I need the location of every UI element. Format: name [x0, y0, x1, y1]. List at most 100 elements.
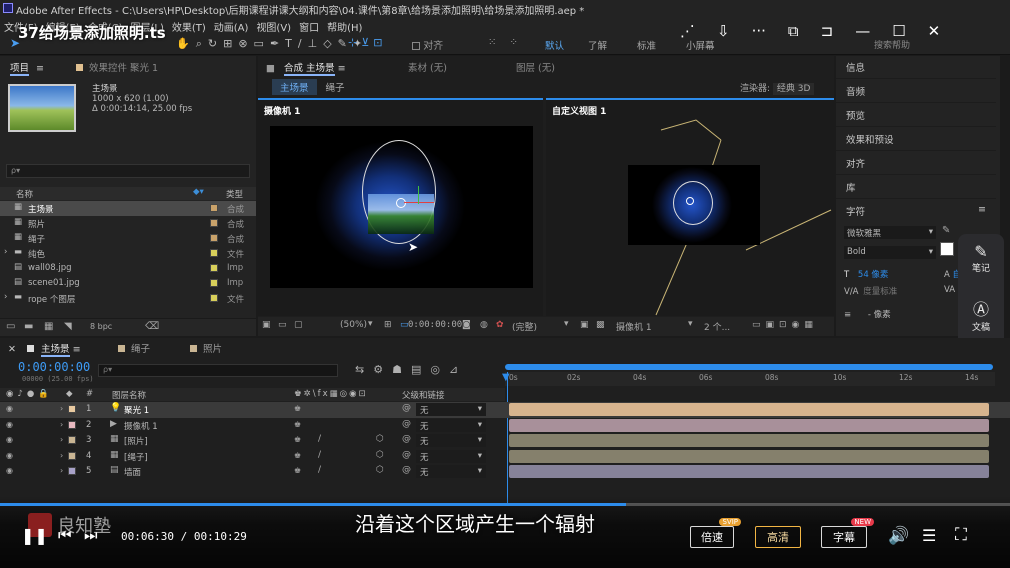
- pan-tool-icon[interactable]: ⊗: [238, 37, 253, 50]
- quality-switch-icon[interactable]: /: [318, 434, 321, 444]
- mask-icon[interactable]: ▢: [294, 320, 303, 330]
- comp-tab[interactable]: 合成 主场景: [284, 63, 335, 76]
- visibility-eye-icon[interactable]: ◉: [6, 435, 13, 444]
- workspace-standard[interactable]: 标准: [637, 41, 656, 52]
- layer-row[interactable]: ◉ › 3 ▦ [照片] ♚ / ⬡ @ 无 ▾: [0, 433, 1010, 449]
- visibility-eye-icon[interactable]: ◉: [6, 451, 13, 460]
- views-select[interactable]: 2 个...: [704, 320, 730, 333]
- axis-mode-icon[interactable]: ⊹⊻⊡: [348, 36, 387, 49]
- snap-options-icon[interactable]: ⁙ ⁘: [488, 37, 523, 48]
- quality-switch-icon[interactable]: /: [318, 450, 321, 460]
- project-item[interactable]: ▦ 照片 合成: [0, 216, 256, 231]
- project-item[interactable]: › ▬ rope 个图层 文件: [0, 291, 256, 306]
- color-channel-icon[interactable]: ✿: [496, 320, 504, 330]
- layer-label-color[interactable]: [68, 451, 76, 460]
- shy-icon[interactable]: ☗: [392, 363, 411, 376]
- time-ruler[interactable]: 0s 02s 04s 06s 08s 10s 12s 14s: [505, 372, 995, 386]
- shy-switch-icon[interactable]: ♚: [294, 420, 301, 429]
- delete-icon[interactable]: ⌫: [145, 321, 159, 332]
- layer-tab[interactable]: 图层 (无): [516, 60, 555, 74]
- eyedropper-icon[interactable]: ✎: [942, 225, 950, 236]
- playhead-handle-icon[interactable]: ▼: [502, 372, 510, 383]
- timeline-search-input[interactable]: ρ▾: [98, 364, 338, 377]
- timeline-close-icon[interactable]: ✕: [8, 344, 16, 355]
- speed-button[interactable]: 倍速 SVIP: [690, 518, 741, 548]
- layer-duration-bar[interactable]: [509, 434, 989, 447]
- pin-window-icon[interactable]: ⊐: [821, 22, 834, 40]
- viewer-right[interactable]: 自定义视图 1: [546, 98, 834, 316]
- panel-info[interactable]: 信息: [836, 56, 996, 79]
- project-item[interactable]: ▦ 绳子 合成: [0, 231, 256, 246]
- more-icon[interactable]: ···: [752, 22, 766, 40]
- workspace-default[interactable]: 默认: [545, 41, 564, 52]
- panel-align[interactable]: 对齐: [836, 152, 996, 175]
- download-icon[interactable]: ⇩: [717, 22, 730, 40]
- layer-row[interactable]: ◉ › 4 ▦ [绳子] ♚ / ⬡ @ 无 ▾: [0, 449, 1010, 465]
- camera-select[interactable]: 摄像机 1: [616, 320, 652, 333]
- bpc-button[interactable]: 8 bpc: [90, 322, 112, 331]
- panel-character[interactable]: 字符 ≡: [836, 200, 996, 223]
- next-episode-button[interactable]: ⏭: [84, 526, 98, 544]
- shy-switch-icon[interactable]: ♚: [294, 466, 301, 475]
- new-comp-icon[interactable]: ▦: [44, 321, 53, 332]
- layer-name[interactable]: [绳子]: [124, 451, 148, 463]
- pen-tool-icon[interactable]: ✒: [270, 37, 285, 50]
- layer-row[interactable]: ◉ › 1 💡 聚光 1 ♚ @ 无 ▾: [0, 402, 1010, 418]
- maximize-icon[interactable]: ☐: [892, 22, 905, 40]
- 3d-layer-icon[interactable]: ⬡: [376, 434, 384, 444]
- shy-switch-icon[interactable]: ♚: [294, 404, 301, 413]
- show-snapshot-icon[interactable]: ◍: [480, 320, 488, 330]
- expand-arrow-icon[interactable]: ›: [4, 247, 7, 257]
- stamp-tool-icon[interactable]: ⊥: [308, 37, 324, 50]
- parent-select[interactable]: 无 ▾: [416, 418, 486, 432]
- panel-audio[interactable]: 音频: [836, 80, 996, 103]
- parent-select[interactable]: 无 ▾: [416, 403, 486, 416]
- effects-tab[interactable]: 效果控件 聚光 1: [76, 60, 158, 74]
- timeline-tab-main[interactable]: 主场景: [41, 344, 70, 357]
- monitor-icon[interactable]: ▭: [278, 320, 287, 330]
- fullscreen-icon[interactable]: ⛶: [955, 525, 967, 545]
- layer-duration-bar[interactable]: [509, 418, 989, 432]
- visibility-eye-icon[interactable]: ◉: [6, 420, 13, 429]
- snapshot-icon[interactable]: ◙: [462, 320, 471, 330]
- interpret-footage-icon[interactable]: ▭: [6, 321, 15, 332]
- expand-arrow-icon[interactable]: ›: [60, 451, 63, 460]
- snap-toggle[interactable]: 对齐: [412, 37, 443, 52]
- quality-button[interactable]: 高清: [755, 526, 801, 548]
- render-queue-icon[interactable]: ◥: [64, 321, 72, 332]
- pickwhip-icon[interactable]: @: [402, 419, 411, 429]
- shy-switch-icon[interactable]: ♚: [294, 451, 301, 460]
- resolution-select[interactable]: (完整): [512, 320, 537, 333]
- viewer-options-icon[interactable]: ▭▣⊡◉▦: [752, 320, 818, 330]
- timeline-tab-rope[interactable]: 绳子: [118, 341, 150, 355]
- playlist-icon[interactable]: ☰: [922, 526, 936, 545]
- 3d-layer-icon[interactable]: ⬡: [376, 450, 384, 460]
- layer-label-color[interactable]: [68, 405, 76, 413]
- always-preview-icon[interactable]: ▣: [262, 320, 271, 330]
- renderer-value[interactable]: 经典 3D: [772, 83, 815, 95]
- project-item[interactable]: › ▬ 纯色 文件: [0, 246, 256, 261]
- roi-icon[interactable]: ▣: [580, 320, 589, 330]
- player-progress-track[interactable]: [0, 503, 1010, 506]
- shy-switch-icon[interactable]: ♚: [294, 435, 301, 444]
- project-item[interactable]: ▤ scene01.jpg Imp: [0, 276, 256, 291]
- expand-arrow-icon[interactable]: ›: [4, 292, 7, 302]
- font-style-select[interactable]: Bold ▾: [844, 246, 936, 259]
- expand-arrow-icon[interactable]: ›: [60, 420, 63, 429]
- workspace-small[interactable]: 小屏幕: [686, 41, 715, 52]
- layer-row[interactable]: ◉ › 5 ▤ 墙面 ♚ / ⬡ @ 无 ▾: [0, 464, 1010, 480]
- pickwhip-icon[interactable]: @: [402, 403, 411, 413]
- notes-button[interactable]: ✎ 笔记: [958, 242, 1004, 274]
- minimize-icon[interactable]: —: [855, 22, 870, 40]
- next-button[interactable]: ⏮: [58, 526, 72, 544]
- zoom-select[interactable]: (50%): [340, 320, 367, 330]
- tracking-label[interactable]: 度量标准: [863, 287, 897, 297]
- caption-button[interactable]: 字幕 NEW: [821, 518, 874, 548]
- quality-switch-icon[interactable]: /: [318, 465, 321, 475]
- indent-value[interactable]: - 像素: [868, 310, 891, 320]
- expand-arrow-icon[interactable]: ›: [60, 435, 63, 444]
- project-search-input[interactable]: ρ▾: [6, 164, 250, 178]
- frame-blend-icon[interactable]: ▤: [411, 363, 430, 376]
- transparency-grid-icon[interactable]: ▩: [596, 320, 605, 330]
- zoom-tool-icon[interactable]: ⌕: [196, 37, 208, 50]
